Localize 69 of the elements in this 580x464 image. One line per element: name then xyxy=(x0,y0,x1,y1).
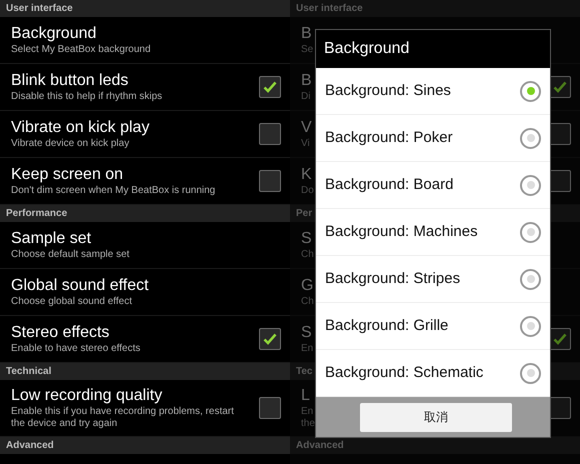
setting-summary: the device and try again xyxy=(11,418,118,430)
checkmark-icon xyxy=(263,81,277,93)
radio-button[interactable] xyxy=(520,174,541,196)
radio-option[interactable]: Background: Stripes xyxy=(316,256,550,303)
section-header: Performance xyxy=(0,205,290,222)
section-header: Advanced xyxy=(290,437,580,454)
setting-summary: En xyxy=(301,343,314,355)
setting-summary: Enable to have stereo effects xyxy=(11,343,140,355)
setting-summary: Se xyxy=(301,44,314,56)
setting-title: Stereo effects xyxy=(11,323,110,343)
section-header: Advanced xyxy=(0,437,290,454)
radio-button[interactable] xyxy=(520,222,541,242)
setting-summary: Vibrate device on kick play xyxy=(11,138,130,150)
setting-summary: En xyxy=(301,406,314,418)
setting-title: Global sound effect xyxy=(11,276,149,296)
setting-summary: Ch xyxy=(301,249,314,261)
checkbox[interactable] xyxy=(549,123,571,145)
setting-title: Keep screen on xyxy=(11,165,124,185)
radio-button[interactable] xyxy=(520,316,541,336)
setting-title: B xyxy=(301,71,312,91)
setting-title: Sample set xyxy=(11,229,92,249)
checkmark-icon xyxy=(553,81,567,93)
setting-summary: Enable this if you have recording problems, restart xyxy=(11,406,234,418)
setting-title: Low recording quality xyxy=(11,386,162,406)
checkmark-icon xyxy=(553,333,567,345)
setting-summary: Don't dim screen when My BeatBox is running xyxy=(11,185,216,197)
radio-option[interactable]: Background: Poker xyxy=(316,115,550,162)
setting-title: Vibrate on kick play xyxy=(11,118,150,138)
setting-title: V xyxy=(301,118,312,138)
checkmark-icon xyxy=(263,333,277,345)
checkbox[interactable] xyxy=(549,170,571,192)
radio-button[interactable] xyxy=(520,362,541,384)
radio-button[interactable] xyxy=(520,80,541,102)
cancel-button[interactable]: 取消 xyxy=(360,402,512,432)
setting-summary: Di xyxy=(301,91,310,103)
setting-title: Blink button leds xyxy=(11,71,128,91)
checkbox[interactable] xyxy=(549,328,571,350)
radio-option[interactable]: Background: Machines xyxy=(316,209,550,256)
setting-title: K xyxy=(301,165,312,185)
setting-summary: Choose default sample set xyxy=(11,249,130,261)
section-header: Technical xyxy=(0,363,290,380)
setting-title: S xyxy=(301,229,312,249)
radio-button[interactable] xyxy=(520,268,541,290)
checkbox[interactable] xyxy=(549,76,571,98)
setting-title: B xyxy=(301,24,312,44)
checkbox[interactable] xyxy=(259,123,281,145)
dialog-title: Background xyxy=(323,39,410,59)
section-header: User interface xyxy=(290,0,580,17)
section-header: User interface xyxy=(0,0,290,17)
checkbox[interactable] xyxy=(549,397,571,419)
checkbox[interactable] xyxy=(259,328,281,350)
checkbox[interactable] xyxy=(259,397,281,419)
checkbox[interactable] xyxy=(259,76,281,98)
setting-summary: Choose global sound effect xyxy=(11,296,132,308)
radio-button[interactable] xyxy=(520,128,541,148)
setting-summary: Vi xyxy=(301,138,310,150)
setting-summary: the xyxy=(301,418,315,430)
setting-summary: Ch xyxy=(301,296,314,308)
setting-summary: Disable this to help if rhythm skips xyxy=(11,91,162,103)
setting-title: G xyxy=(301,276,314,296)
setting-summary: Select My BeatBox background xyxy=(11,44,151,56)
radio-option[interactable]: Background: Grille xyxy=(316,303,550,350)
radio-option[interactable]: Background: Board xyxy=(316,162,550,209)
setting-title: S xyxy=(301,323,312,343)
setting-summary: Do xyxy=(301,185,314,197)
setting-title: Background xyxy=(11,24,96,44)
setting-title: L xyxy=(301,386,310,406)
checkbox[interactable] xyxy=(259,170,281,192)
radio-option[interactable]: Background: Sines xyxy=(316,68,550,115)
